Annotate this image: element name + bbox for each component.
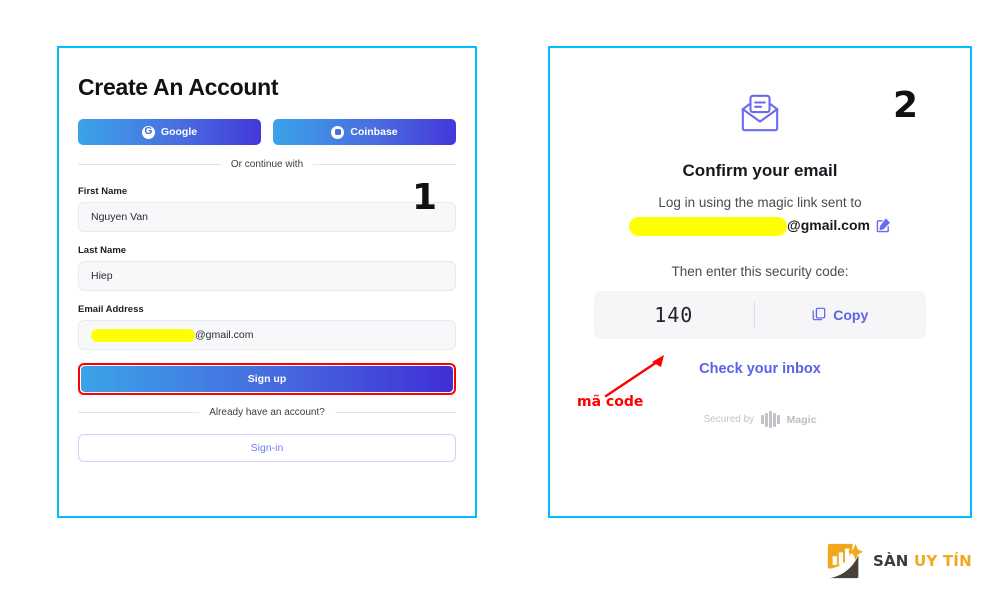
confirm-email-suffix: @gmail.com [787, 217, 870, 234]
magic-logo-icon [761, 411, 780, 429]
security-code-box: 140 Copy [594, 291, 927, 340]
copy-button-label: Copy [833, 307, 869, 324]
page-title: Create An Account [78, 74, 279, 100]
copy-icon [812, 307, 826, 324]
signup-button-highlight: Sign up [78, 363, 456, 395]
email-input[interactable]: @gmail.com [78, 320, 456, 350]
first-name-field-group: First Name Nguyen Van [78, 186, 456, 232]
divider-label: Or continue with [230, 159, 304, 170]
secured-brand-label: Magic [786, 413, 817, 426]
signin-button[interactable]: Sign-in [78, 434, 456, 462]
step-number-1: 1 [412, 177, 438, 218]
last-name-value: Hiep [91, 270, 113, 282]
last-name-label: Last Name [78, 245, 127, 256]
security-code-value: 140 [654, 303, 694, 328]
last-name-field-group: Last Name Hiep [78, 245, 456, 291]
email-field-group: Email Address @gmail.com [78, 304, 456, 350]
google-icon: G [141, 125, 155, 139]
coinbase-signin-button[interactable]: Coinbase [273, 119, 456, 145]
already-account-label: Already have an account? [209, 407, 325, 418]
divider-line-right [334, 412, 457, 413]
annotation-label: mã code [577, 394, 644, 410]
confirm-subtitle: Log in using the magic link sent to [658, 195, 862, 210]
edit-pencil-icon[interactable] [876, 218, 891, 236]
secured-by-footer: Secured by Magic [580, 411, 940, 429]
last-name-input[interactable]: Hiep [78, 261, 456, 291]
redaction-highlight [91, 328, 195, 342]
copy-code-button[interactable]: Copy [755, 306, 927, 325]
divider-line-left [78, 412, 200, 413]
secured-by-label: Secured by [703, 414, 755, 426]
google-signin-button[interactable]: G Google [78, 119, 261, 145]
annotation-arrow-icon [604, 355, 664, 398]
divider-line-left [78, 164, 221, 165]
redaction-highlight [629, 217, 788, 237]
first-name-input[interactable]: Nguyen Van [78, 202, 456, 232]
bar-chart-logo-icon [824, 540, 866, 582]
signup-button[interactable]: Sign up [81, 366, 453, 392]
watermark-text-primary: SÀN [873, 552, 909, 570]
coinbase-icon [331, 125, 345, 139]
divider-line-right [313, 164, 457, 165]
email-label: Email Address [78, 304, 144, 315]
watermark-logo-text: SÀN UY TÍN [873, 552, 972, 570]
confirm-title: Confirm your email [682, 161, 838, 180]
first-name-value: Nguyen Van [91, 211, 149, 223]
watermark-text-accent: UY TÍN [914, 552, 972, 570]
security-code-prompt: Then enter this security code: [671, 264, 849, 280]
step-number-2: 2 [893, 85, 919, 126]
or-continue-divider: Or continue with [78, 159, 457, 170]
coinbase-button-label: Coinbase [350, 126, 398, 138]
signup-panel: Create An Account G Google Coinbase Or c… [57, 46, 477, 518]
confirm-email-line: @gmail.com [580, 217, 940, 237]
oauth-button-row: G Google Coinbase [78, 119, 456, 145]
email-value: @gmail.com [195, 329, 254, 341]
open-envelope-icon [737, 92, 783, 139]
first-name-label: First Name [78, 186, 128, 197]
already-account-divider: Already have an account? [78, 407, 457, 418]
google-button-label: Google [160, 126, 198, 138]
watermark-logo: SÀN UY TÍN [824, 540, 972, 582]
